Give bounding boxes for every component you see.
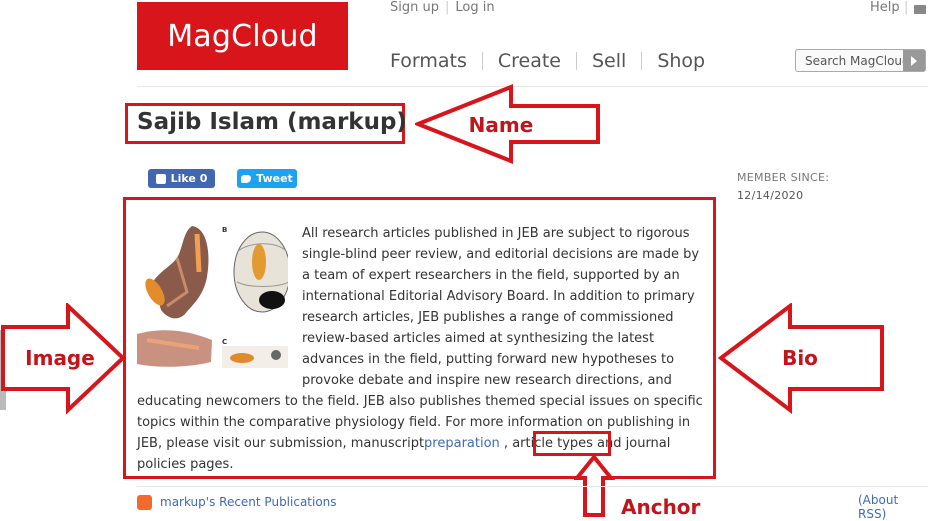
- annotation-image-label: Image: [25, 346, 95, 370]
- annotation-name-label: Name: [469, 113, 534, 137]
- nav-shop[interactable]: Shop: [657, 50, 705, 72]
- footer-divider: [137, 486, 928, 487]
- scientific-figure-image: B C: [137, 226, 288, 368]
- name-arrow-annotation: Name: [415, 84, 600, 164]
- annotation-anchor-label: Anchor: [621, 495, 701, 519]
- divider: [641, 52, 643, 70]
- search-placeholder: Search MagCloud: [805, 54, 910, 68]
- bio-image: B C: [137, 222, 288, 372]
- tweet-label: Tweet: [256, 172, 293, 185]
- image-arrow-annotation: Image: [1, 303, 126, 415]
- bio-arrow-annotation: Bio: [718, 303, 884, 415]
- facebook-like-button[interactable]: Like 0: [148, 169, 215, 188]
- tweet-button[interactable]: Tweet: [237, 169, 297, 188]
- nav-sell[interactable]: Sell: [592, 50, 626, 72]
- member-since-value: 12/14/2020: [737, 189, 804, 202]
- help-link[interactable]: Help: [870, 0, 900, 15]
- member-since-label: MEMBER SINCE:: [737, 171, 830, 184]
- preparation-link[interactable]: preparation: [424, 436, 500, 451]
- figure-label-b: B: [222, 226, 227, 234]
- main-nav: Formats Create Sell Shop: [390, 50, 705, 72]
- thumbs-up-icon: [155, 173, 166, 184]
- divider: [576, 52, 577, 70]
- divider: |: [444, 0, 450, 15]
- magcloud-logo[interactable]: MagCloud: [137, 2, 348, 70]
- recent-publications-link[interactable]: markup's Recent Publications: [160, 495, 337, 509]
- profile-name: Sajib Islam (markup): [137, 109, 407, 135]
- twitter-bird-icon: [241, 174, 252, 183]
- annotation-bio-label: Bio: [782, 346, 818, 370]
- search-submit-button[interactable]: [903, 50, 925, 71]
- search-input[interactable]: Search MagCloud: [795, 49, 926, 72]
- anchor-highlight-box: [533, 431, 611, 456]
- divider: |: [904, 0, 909, 15]
- login-link[interactable]: Log in: [455, 0, 494, 15]
- rss-icon[interactable]: [137, 495, 152, 510]
- divider: [481, 52, 483, 70]
- nav-create[interactable]: Create: [498, 50, 561, 72]
- print-icon[interactable]: [914, 5, 926, 14]
- top-links: Sign up | Log in: [390, 0, 495, 15]
- figure-label-c: C: [222, 338, 227, 346]
- nav-formats[interactable]: Formats: [390, 50, 467, 72]
- signup-link[interactable]: Sign up: [390, 0, 439, 15]
- like-label: Like 0: [170, 172, 208, 185]
